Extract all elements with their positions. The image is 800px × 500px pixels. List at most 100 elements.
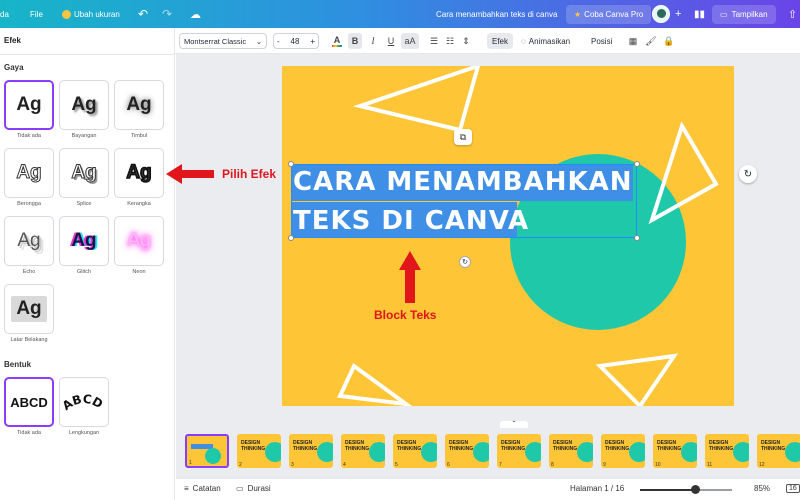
- page-thumbnail[interactable]: DESIGN THINKING 4: [341, 434, 385, 468]
- page-thumbnail[interactable]: DESIGN THINKING 10: [653, 434, 697, 468]
- font-size-stepper[interactable]: - 48 +: [273, 33, 319, 49]
- resize-handle-tr[interactable]: [634, 161, 640, 167]
- page-thumbnail[interactable]: DESIGN THINKING 2: [237, 434, 281, 468]
- page-thumbnail[interactable]: DESIGN THINKING 12: [757, 434, 800, 468]
- crown-icon: [62, 9, 71, 19]
- style-section-title: Gaya: [4, 63, 24, 72]
- regenerate-icon[interactable]: ↻: [739, 165, 757, 183]
- filmstrip-collapse-handle[interactable]: ⌃: [500, 421, 528, 428]
- more-icon[interactable]: ⇧: [788, 0, 797, 28]
- zoom-level[interactable]: 85%: [754, 484, 770, 493]
- avatar[interactable]: [652, 5, 670, 23]
- align-left-icon[interactable]: ☰: [427, 33, 441, 49]
- add-collaborator-icon[interactable]: +: [675, 0, 681, 28]
- thumb-title: DESIGN THINKING: [501, 440, 526, 452]
- duplicate-icon[interactable]: ⧉: [454, 129, 472, 145]
- effect-splice[interactable]: Ag Splice: [59, 148, 109, 207]
- shape-none[interactable]: ABCD Tidak ada: [4, 377, 54, 436]
- notes-icon: ≡: [184, 484, 189, 493]
- resize-handle-bl[interactable]: [288, 235, 294, 241]
- list-icon[interactable]: ☷: [443, 33, 457, 49]
- effect-shadow[interactable]: Ag Bayangan: [59, 80, 109, 139]
- file-menu[interactable]: File: [24, 0, 49, 28]
- thumb-title: DESIGN THINKING: [709, 440, 734, 452]
- page-thumbnail[interactable]: DESIGN THINKING 3: [289, 434, 333, 468]
- home-label: da: [0, 9, 9, 19]
- italic-button[interactable]: I: [366, 33, 380, 49]
- animate-icon: ◌: [521, 36, 526, 46]
- present-button[interactable]: ▭ Tampilkan: [712, 4, 776, 24]
- thumb-title: DESIGN THINKING: [449, 440, 474, 452]
- font-family-dropdown[interactable]: Montserrat Classic ⌄: [179, 33, 267, 49]
- text-selection-box[interactable]: [291, 164, 637, 238]
- thumb-number: 6: [447, 462, 450, 468]
- page-thumbnail[interactable]: DESIGN THINKING 6: [445, 434, 489, 468]
- lock-icon[interactable]: 🔒: [662, 33, 676, 49]
- thumb-title: DESIGN THINKING: [605, 440, 630, 452]
- bold-button[interactable]: B: [348, 33, 362, 49]
- animate-button[interactable]: ◌ Animasikan: [521, 33, 570, 49]
- effect-echo[interactable]: Ag Echo: [4, 216, 54, 275]
- page-thumbnail[interactable]: DESIGN THINKING 8: [549, 434, 593, 468]
- resize-button[interactable]: Ubah ukuran: [56, 0, 126, 28]
- duration-button[interactable]: ▭ Durasi: [236, 484, 271, 493]
- analytics-icon[interactable]: ▮▮: [694, 0, 705, 28]
- font-family-value: Montserrat Classic: [184, 36, 247, 46]
- resize-handle-br[interactable]: [634, 235, 640, 241]
- font-size-value[interactable]: 48: [291, 37, 300, 46]
- transparency-icon[interactable]: ▦: [626, 33, 640, 49]
- thumb-number: 9: [603, 462, 606, 468]
- zoom-slider[interactable]: [640, 485, 732, 494]
- thumb-number: 11: [707, 462, 713, 468]
- spacing-icon[interactable]: ⇕: [459, 33, 473, 49]
- effect-splice-label: Splice: [76, 201, 92, 207]
- page-count-icon[interactable]: 16: [786, 484, 800, 493]
- thumb-title: DESIGN THINKING: [293, 440, 318, 452]
- effect-hollow-label: Berongga: [17, 201, 41, 207]
- effect-neon[interactable]: Ag Neon: [114, 216, 164, 275]
- effect-none-preview: Ag: [4, 80, 54, 130]
- shape-curve[interactable]: ABCD Lengkungan: [59, 377, 109, 436]
- zoom-slider-fill: [640, 489, 696, 491]
- present-label: Tampilkan: [731, 9, 768, 19]
- effect-outline[interactable]: Ag Kerangka: [114, 148, 164, 207]
- effect-glitch[interactable]: Ag Glitch: [59, 216, 109, 275]
- home-button[interactable]: da: [0, 0, 9, 28]
- thumb-circle: [785, 442, 800, 462]
- try-pro-button[interactable]: ★ Coba Canva Pro: [566, 4, 652, 24]
- text-color-icon[interactable]: A: [330, 33, 344, 49]
- increase-size-button[interactable]: +: [310, 37, 315, 46]
- curved-text-icon: ABCD: [62, 392, 105, 413]
- try-pro-label: Coba Canva Pro: [584, 9, 644, 19]
- effect-lift[interactable]: Ag Timbul: [114, 80, 164, 139]
- page-thumbnail[interactable]: DESIGN THINKING 5: [393, 434, 437, 468]
- effect-splice-preview: Ag: [59, 148, 109, 198]
- redo-icon[interactable]: ↷: [162, 0, 172, 28]
- position-button[interactable]: Posisi: [591, 33, 612, 49]
- thumb-number: 1: [189, 460, 192, 466]
- effect-none[interactable]: Ag Tidak ada: [4, 80, 54, 139]
- effects-button[interactable]: Efek: [487, 33, 514, 49]
- page-indicator[interactable]: Halaman 1 / 16: [570, 484, 624, 493]
- underline-button[interactable]: U: [384, 33, 398, 49]
- notes-button[interactable]: ≡ Catatan: [184, 484, 221, 493]
- page-thumbnail[interactable]: DESIGN THINKING 7: [497, 434, 541, 468]
- document-title[interactable]: Cara menambahkan teks di canva: [436, 0, 557, 28]
- page-thumbnail[interactable]: 1: [185, 434, 229, 468]
- letter-case-button[interactable]: aA: [401, 33, 419, 49]
- cloud-sync-icon[interactable]: ☁: [190, 0, 201, 28]
- animate-label: Animasikan: [528, 36, 571, 46]
- triangle-bottom-left: [337, 362, 413, 406]
- effect-hollow[interactable]: Ag Berongga: [4, 148, 54, 207]
- undo-icon[interactable]: ↶: [138, 0, 148, 28]
- effect-background[interactable]: Ag Latar Belakang: [4, 284, 54, 343]
- shape-section-title: Bentuk: [4, 360, 32, 369]
- effect-outline-label: Kerangka: [127, 201, 151, 207]
- thumb-number: 3: [291, 462, 294, 468]
- resize-handle-tl[interactable]: [288, 161, 294, 167]
- decrease-size-button[interactable]: -: [277, 37, 280, 46]
- page-thumbnail[interactable]: DESIGN THINKING 11: [705, 434, 749, 468]
- format-painter-icon[interactable]: 🖌: [644, 33, 658, 49]
- page-thumbnail[interactable]: DESIGN THINKING 9: [601, 434, 645, 468]
- rotate-icon[interactable]: ↻: [459, 256, 471, 268]
